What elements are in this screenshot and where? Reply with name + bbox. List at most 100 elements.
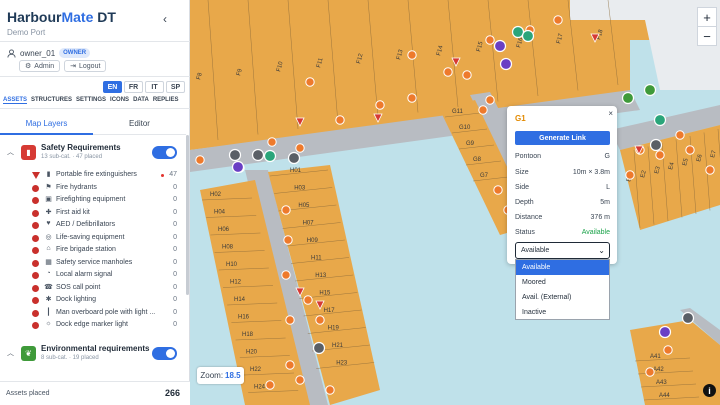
berth-label[interactable]: H05 <box>298 203 310 209</box>
berth-label[interactable]: H11 <box>311 256 322 262</box>
fire-extinguisher-marker[interactable] <box>305 77 315 87</box>
list-item[interactable]: ☼ Dock edge marker light 0 <box>0 320 186 333</box>
berth-label[interactable]: H24 <box>254 385 266 391</box>
berth-label[interactable]: G8 <box>473 157 482 163</box>
service-marker[interactable] <box>499 57 513 71</box>
generate-link-button[interactable]: Generate Link <box>515 131 610 145</box>
fire-extinguisher-marker[interactable] <box>315 315 325 325</box>
fire-extinguisher-marker[interactable] <box>485 35 495 45</box>
berth-label[interactable]: H14 <box>234 297 246 303</box>
fire-extinguisher-marker[interactable] <box>663 345 673 355</box>
category-safety[interactable]: ︿ ▮ Safety Requirements 13 sub-cat. · 47… <box>0 142 186 164</box>
fire-extinguisher-marker[interactable] <box>283 235 293 245</box>
berth-label[interactable]: A42 <box>653 367 664 373</box>
fire-extinguisher-marker[interactable] <box>295 143 305 153</box>
environmental-layer-toggle[interactable] <box>152 347 177 360</box>
service-marker[interactable] <box>511 25 525 39</box>
berth-label[interactable]: H03 <box>294 186 306 192</box>
service-marker[interactable] <box>287 151 301 165</box>
fire-extinguisher-marker[interactable] <box>443 67 453 77</box>
service-marker[interactable] <box>649 138 663 152</box>
berth-label[interactable]: H19 <box>328 326 340 332</box>
info-icon[interactable]: i <box>703 384 716 397</box>
berth-label[interactable]: H10 <box>226 262 238 268</box>
logout-button[interactable]: ⇥ Logout <box>64 60 107 72</box>
berth-label[interactable]: H06 <box>218 227 230 233</box>
tab-replies[interactable]: REPLIES <box>153 97 179 104</box>
service-marker[interactable] <box>653 113 667 127</box>
berth-label[interactable]: H20 <box>246 350 258 356</box>
status-select[interactable]: Available ⌄ <box>515 242 610 259</box>
lang-fr[interactable]: FR <box>124 81 143 93</box>
fire-extinguisher-marker[interactable] <box>285 360 295 370</box>
service-marker[interactable] <box>493 39 507 53</box>
list-item[interactable]: ✱ Dock lighting 0 <box>0 295 186 308</box>
berth-label[interactable]: H22 <box>250 367 262 373</box>
tab-structures[interactable]: STRUCTURES <box>31 97 72 104</box>
service-marker[interactable] <box>643 83 657 97</box>
berth-label[interactable]: H16 <box>238 315 250 321</box>
close-icon[interactable]: × <box>608 109 613 118</box>
fire-extinguisher-marker[interactable] <box>685 145 695 155</box>
berth-label[interactable]: H18 <box>242 332 254 338</box>
chevron-up-icon[interactable]: ︿ <box>7 348 14 358</box>
service-marker[interactable] <box>228 148 242 162</box>
list-item[interactable]: ♥ AED / Defibrillators 0 <box>0 220 186 233</box>
service-marker[interactable] <box>681 311 695 325</box>
berth-label[interactable]: G9 <box>466 141 475 147</box>
sidebar-scrollbar[interactable] <box>186 135 189 295</box>
status-option[interactable]: Moored <box>516 275 609 290</box>
status-option[interactable]: Avail. (External) <box>516 290 609 305</box>
zoom-in-button[interactable]: + <box>697 7 717 27</box>
zoom-out-button[interactable]: − <box>697 26 717 46</box>
list-item[interactable]: ⚑ Fire hydrants 0 <box>0 183 186 196</box>
fire-extinguisher-marker[interactable] <box>553 15 563 25</box>
list-item[interactable]: ◎ Life-saving equipment 0 <box>0 233 186 246</box>
berth-label[interactable]: H04 <box>214 210 226 216</box>
list-item[interactable]: ☎ SOS call point 0 <box>0 283 186 296</box>
berth-label[interactable]: G11 <box>452 109 464 115</box>
berth-label[interactable]: H07 <box>303 221 315 227</box>
fire-extinguisher-marker[interactable] <box>195 155 205 165</box>
fire-extinguisher-marker[interactable] <box>462 70 472 80</box>
harbour-map[interactable]: F8 F9 F10 F11 F12 F13 F14 F15 F16 F17 F18 H02 H04 H06… <box>190 0 720 405</box>
tab-map-layers[interactable]: Map Layers <box>0 113 93 135</box>
fire-extinguisher-marker[interactable] <box>645 367 655 377</box>
berth-label[interactable]: H21 <box>332 343 344 349</box>
status-option[interactable]: Inactive <box>516 305 609 320</box>
tab-icons[interactable]: ICONS <box>110 97 129 104</box>
list-item[interactable]: ▮ Portable fire extinguishers 47 <box>0 170 186 183</box>
berth-label[interactable]: H08 <box>222 245 234 251</box>
fire-extinguisher-marker[interactable] <box>655 150 665 160</box>
fire-extinguisher-marker[interactable] <box>625 170 635 180</box>
fire-extinguisher-marker[interactable] <box>281 205 291 215</box>
service-marker[interactable] <box>263 149 277 163</box>
fire-extinguisher-marker[interactable] <box>705 165 715 175</box>
berth-label[interactable]: G10 <box>459 125 471 131</box>
fire-extinguisher-marker[interactable] <box>265 380 275 390</box>
collapse-sidebar-icon[interactable]: ‹ <box>163 12 167 26</box>
fire-extinguisher-marker[interactable] <box>303 295 313 305</box>
lang-sp[interactable]: SP <box>166 81 185 93</box>
list-item[interactable]: ▦ Safety service manholes 0 <box>0 258 186 271</box>
chevron-up-icon[interactable]: ︿ <box>7 147 14 157</box>
berth-label[interactable]: H23 <box>336 361 348 367</box>
berth-label[interactable]: A41 <box>650 354 661 360</box>
fire-extinguisher-marker[interactable] <box>407 93 417 103</box>
service-marker[interactable] <box>231 160 245 174</box>
list-item[interactable]: ◔ Local alarm signal 0 <box>0 270 186 283</box>
fire-extinguisher-marker[interactable] <box>493 185 503 195</box>
berth-label[interactable]: A44 <box>659 393 670 399</box>
fire-extinguisher-marker[interactable] <box>478 105 488 115</box>
list-item[interactable]: ┃ Man overboard pole with light ... 0 <box>0 308 186 321</box>
berth-label[interactable]: H15 <box>319 291 331 297</box>
list-item[interactable]: ✚ First aid kit 0 <box>0 208 186 221</box>
berth-label[interactable]: H12 <box>230 280 242 286</box>
lang-it[interactable]: IT <box>145 81 164 93</box>
service-marker[interactable] <box>251 148 265 162</box>
fire-extinguisher-marker[interactable] <box>407 50 417 60</box>
service-marker[interactable] <box>521 29 535 43</box>
tab-editor[interactable]: Editor <box>93 113 186 135</box>
fire-extinguisher-marker[interactable] <box>285 315 295 325</box>
admin-button[interactable]: ⚙ Admin <box>19 60 61 72</box>
